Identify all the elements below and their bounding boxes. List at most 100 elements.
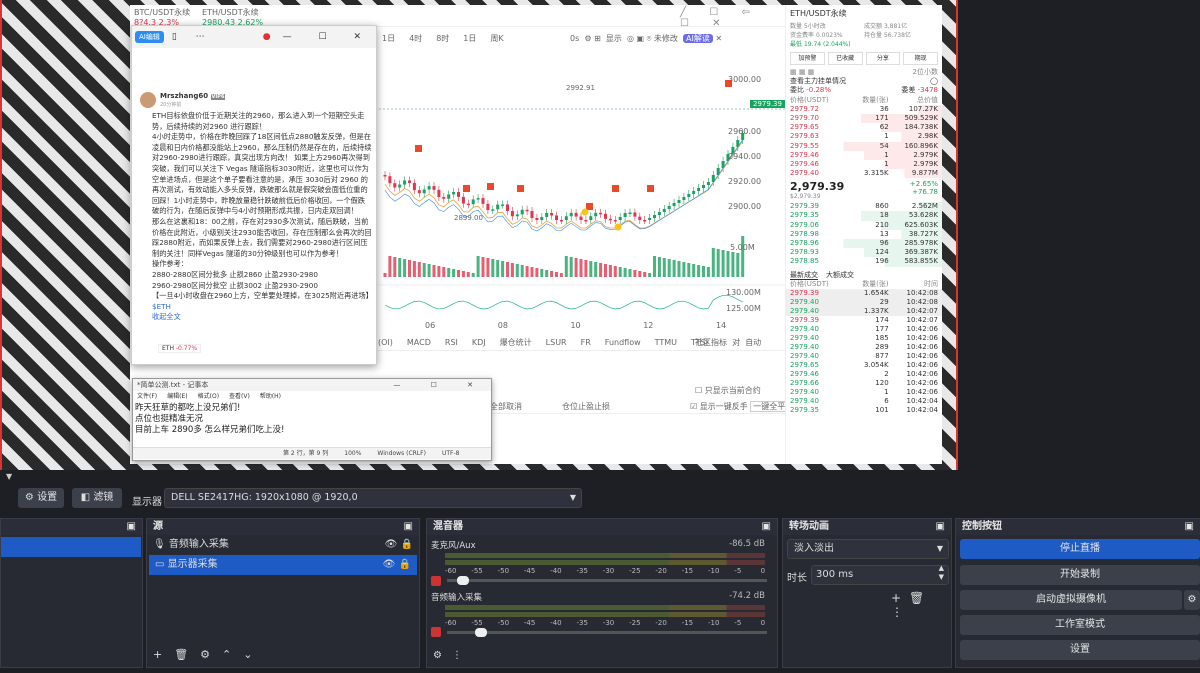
undock-icon[interactable]: ▣	[127, 521, 136, 532]
candle	[466, 203, 470, 206]
mixer-toolbar[interactable]: ⚙⋮	[433, 650, 472, 661]
notepad-menu[interactable]: 文件(F) 编辑(E) 格式(O) 查看(V) 帮助(H)	[133, 391, 491, 402]
trade-row: 2979.40 877 10:42:06	[790, 351, 938, 360]
mic-meter-2	[445, 560, 765, 565]
mute-icon[interactable]	[431, 576, 441, 586]
notepad-title: *简单公测.txt - 记事本	[137, 381, 209, 389]
ticker-btc[interactable]: BTC/USDT永续 8?4.3 2.3%	[134, 7, 190, 27]
scale-tick: -5	[734, 619, 742, 627]
volume-bar	[530, 267, 534, 277]
scale-tick: -55	[471, 619, 483, 627]
book-actions[interactable]: 加预警 已收藏 分享 期现	[786, 49, 942, 68]
audio-volume-slider[interactable]	[447, 628, 767, 637]
source-item-display[interactable]: ▭ 显示器采集 👁 🔒	[149, 555, 417, 575]
post-content: ETH目标依盘价低于近期关注的2960，那么进入到一个短期空头走势，后续持续的对…	[152, 111, 373, 323]
signal-marker	[517, 185, 524, 192]
source-item-audio[interactable]: 🎙 音频输入采集 👁 🔒	[147, 535, 419, 555]
indicator-tabs[interactable]: (OI) MACD RSI KDJ 爆仓统计 LSUR FR Fundflow TTMU TTSI	[378, 337, 722, 348]
transition-toolbar[interactable]: +🗑⋮	[891, 591, 951, 619]
window-controls[interactable]: ╱ ☐ ⇦ ☐ ✕	[680, 7, 785, 29]
undock-icon[interactable]: ▣	[762, 519, 777, 535]
stepper-icon[interactable]: ▲ ▼	[939, 564, 944, 582]
chevron-down-icon: ▼	[569, 493, 576, 502]
scale-tick: -50	[497, 567, 510, 575]
candle	[496, 204, 500, 210]
notepad-text-area[interactable]: 昨天狂草的都吃上没兄弟们! 点位也挺精准无况 目前上车 2890多 怎么样兄弟们吃上…	[133, 402, 491, 447]
mute-icon[interactable]	[431, 627, 441, 637]
volume-bar	[653, 256, 656, 277]
signal-marker	[614, 223, 622, 231]
obs-preview[interactable]: BTC/USDT永续 8?4.3 2.3% ETH/USDT永续 2980.43 2…	[0, 0, 958, 470]
mic-volume-slider[interactable]	[447, 576, 767, 585]
visibility-lock-icons[interactable]: 👁 🔒	[385, 535, 413, 555]
display-select[interactable]: DELL SE2417HG: 1920x1080 @ 1920,0 ▼	[164, 488, 582, 508]
collapse-link[interactable]: 收起全文	[152, 312, 372, 323]
floating-post-window[interactable]: AI编辑 ▯ ⋯ ●— ☐ ✕ Mrszhang60 VIP6 20分钟前 ET…	[131, 25, 377, 365]
controls-title: 控制按钮	[962, 521, 1002, 532]
undock-icon[interactable]: ▣	[404, 519, 419, 535]
only-current-checkbox[interactable]: ☐ 只显示当前合约	[695, 385, 761, 396]
window-toolbar-icons[interactable]: ▯ ⋯	[172, 32, 213, 42]
visibility-lock-icons[interactable]: 👁 🔒	[383, 555, 411, 575]
controls-settings-button[interactable]: 设置	[960, 640, 1200, 660]
mixer-title: 混音器	[433, 521, 463, 532]
undock-icon[interactable]: ▣	[1185, 519, 1200, 535]
scene-item-selected[interactable]	[1, 537, 141, 557]
one-click-reverse[interactable]: ☑ 显示一键反手 一键全平	[690, 401, 789, 412]
avatar[interactable]	[140, 92, 156, 108]
notepad-window[interactable]: *简单公测.txt - 记事本 — ☐ ✕ 文件(F) 编辑(E) 格式(O) 查看(…	[132, 378, 492, 461]
ticker-eth[interactable]: ETH/USDT永续 2980.43 2.62%	[202, 7, 263, 27]
source-toolbar[interactable]: +🗑⚙︎⌃⌄	[153, 648, 264, 661]
signal-marker	[415, 145, 422, 152]
volume-bar	[383, 273, 387, 277]
order-book-panel: ETH/USDT永续 数量 5小时改 成交额 3,881亿 资金费率 0.0023…	[785, 5, 942, 464]
cancel-all[interactable]: 全部取消	[490, 401, 522, 412]
candle	[393, 183, 397, 188]
mixer-channel-mic-db: -86.5 dB	[729, 539, 765, 549]
current-price-tag: 2979.39	[750, 100, 785, 108]
scale-tick: -40	[550, 567, 562, 575]
candle	[599, 212, 603, 215]
volume-bar	[466, 272, 470, 277]
timeframe-tabs[interactable]: 1日 4时 8时 1日 周K	[382, 33, 518, 44]
volume-bar	[706, 267, 710, 277]
notepad-window-controls[interactable]: — ☐ ✕	[393, 381, 487, 389]
stop-streaming-button[interactable]: 停止直播	[960, 539, 1200, 559]
trade-tabs[interactable]: 最新成交 大额成交	[786, 271, 942, 280]
depth-select[interactable]: ▦ ▦ ▦ 2位小数	[786, 68, 942, 77]
candle	[589, 216, 593, 220]
signal-marker	[487, 183, 494, 190]
scale-tick: -60	[445, 619, 457, 627]
chart-options[interactable]: 0s ⚙ ⊞ 显示 ◎ ▣ ⌾ 未修改 AI解读 ✕	[570, 33, 722, 44]
candle	[697, 188, 701, 192]
transition-select[interactable]: 淡入淡出 ▼	[787, 539, 949, 559]
price-chart[interactable]	[375, 55, 785, 335]
volume-bar	[461, 271, 465, 277]
post-tag[interactable]: $ETH	[152, 302, 372, 313]
candle	[657, 212, 661, 216]
volume-bar	[388, 256, 392, 277]
gear-icon[interactable]: ⚙	[1184, 590, 1200, 610]
oi-line	[384, 294, 743, 310]
candle	[667, 206, 671, 210]
post-ticker-chip[interactable]: ETH -0.77%	[158, 344, 202, 353]
candle	[422, 189, 426, 194]
virtual-camera-button[interactable]: 启动虚拟摄像机	[960, 590, 1182, 610]
volume-bar	[442, 267, 446, 277]
volume-bar	[564, 256, 568, 277]
window-controls[interactable]: ●— ☐ ✕	[263, 32, 373, 42]
duration-input[interactable]: 300 ms ▲ ▼	[811, 564, 949, 585]
studio-mode-button[interactable]: 工作室模式	[960, 615, 1200, 635]
post-user[interactable]: Mrszhang60 VIP6	[160, 92, 226, 100]
undock-icon[interactable]: ▣	[936, 519, 951, 535]
filters-button[interactable]: ◧ 滤镜	[72, 488, 122, 508]
mainline-toggle[interactable]: 查看主力挂单情况 ◯	[786, 77, 942, 86]
ai-edit-button[interactable]: AI编辑	[135, 31, 164, 43]
settings-button[interactable]: ⚙ 设置	[18, 488, 64, 508]
volume-bar	[525, 266, 529, 277]
collapse-arrow-icon[interactable]: ▼	[6, 472, 12, 481]
start-recording-button[interactable]: 开始录制	[960, 565, 1200, 585]
indicator-right[interactable]: 社区指标 对 自动	[695, 337, 761, 348]
volume-bar	[623, 268, 627, 277]
trade-row: 2979.66 120 10:42:06	[790, 378, 938, 387]
